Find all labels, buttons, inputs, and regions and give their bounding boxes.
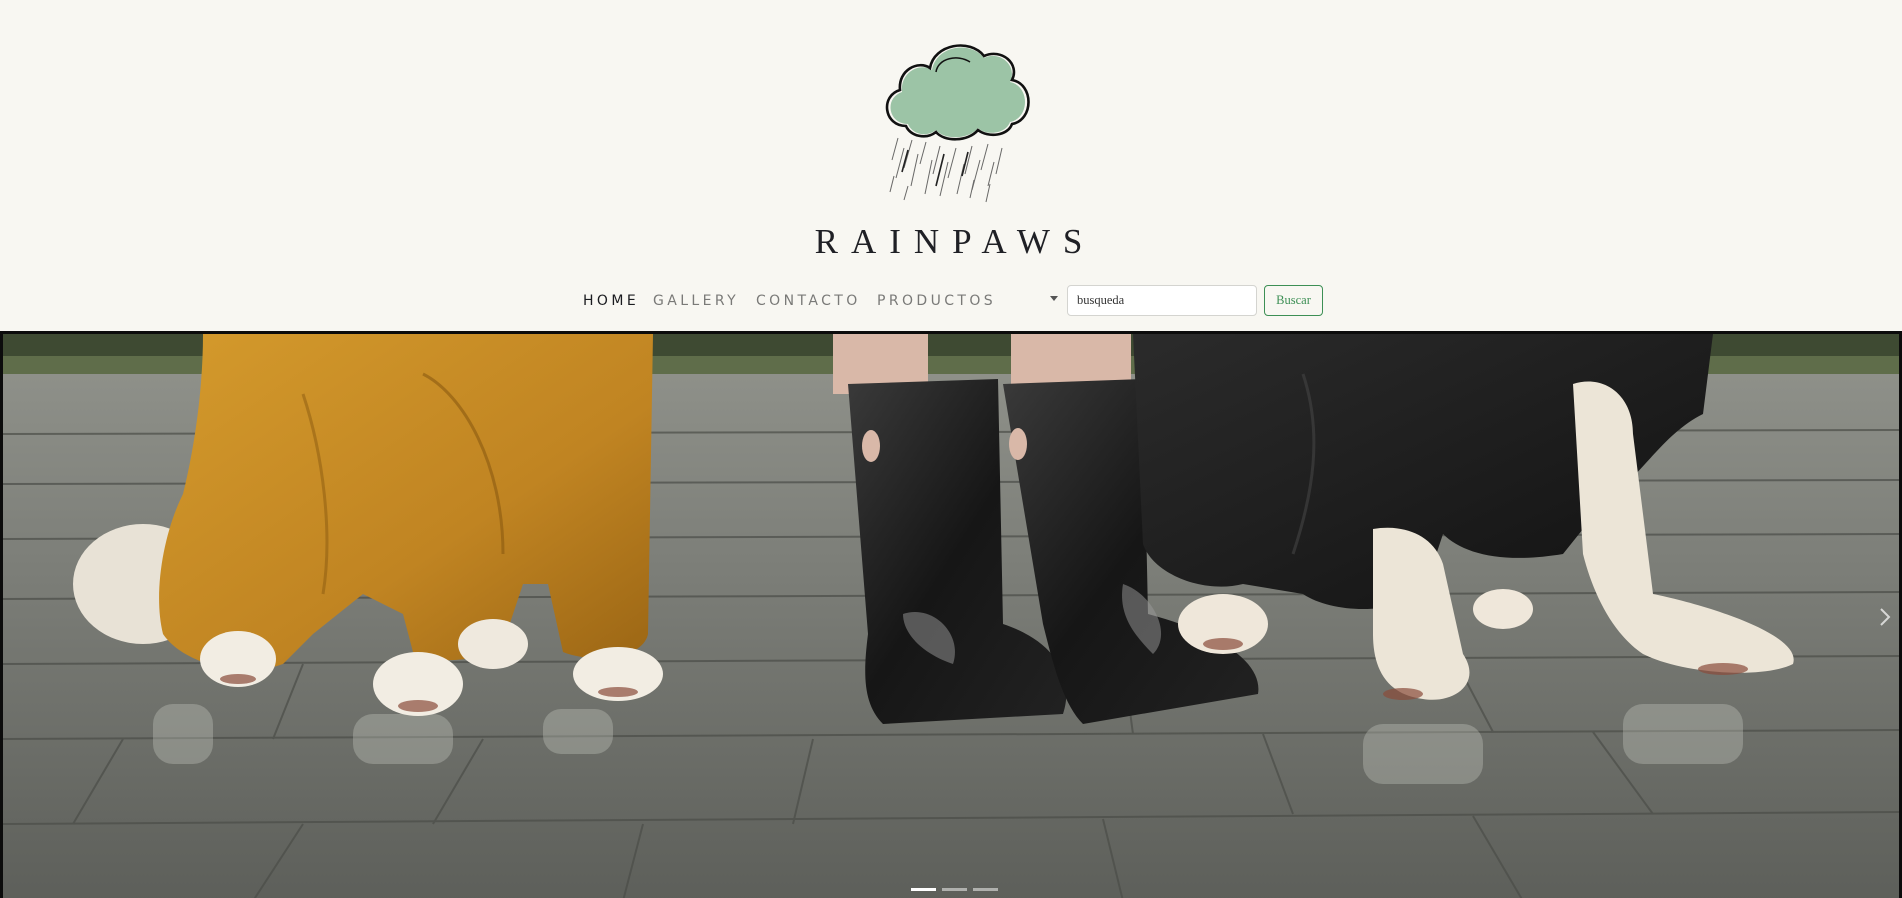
hero-image — [3, 334, 1899, 898]
hero-carousel[interactable] — [0, 331, 1902, 898]
nav-item-contacto[interactable]: CONTACTO — [756, 293, 861, 309]
nav-item-home[interactable]: HOME — [583, 293, 639, 309]
carousel-indicator[interactable] — [972, 888, 998, 891]
site-header: RAINPAWS HOME GALLERY CONTACTO PRODUCTOS… — [0, 0, 1902, 332]
rain-cloud-icon[interactable] — [878, 36, 1044, 204]
main-nav: HOME GALLERY CONTACTO PRODUCTOS Buscar — [0, 284, 1902, 320]
brand-name: RAINPAWS — [814, 222, 1096, 261]
carousel-indicators — [3, 888, 1899, 891]
nav-item-productos[interactable]: PRODUCTOS — [877, 293, 996, 309]
carousel-indicator[interactable] — [910, 888, 936, 891]
chevron-right-icon[interactable] — [1877, 606, 1893, 628]
search-input[interactable] — [1067, 285, 1257, 316]
carousel-indicator[interactable] — [941, 888, 967, 891]
caret-down-icon[interactable] — [1050, 296, 1058, 301]
nav-item-gallery[interactable]: GALLERY — [653, 293, 739, 309]
search-button[interactable]: Buscar — [1264, 285, 1323, 316]
